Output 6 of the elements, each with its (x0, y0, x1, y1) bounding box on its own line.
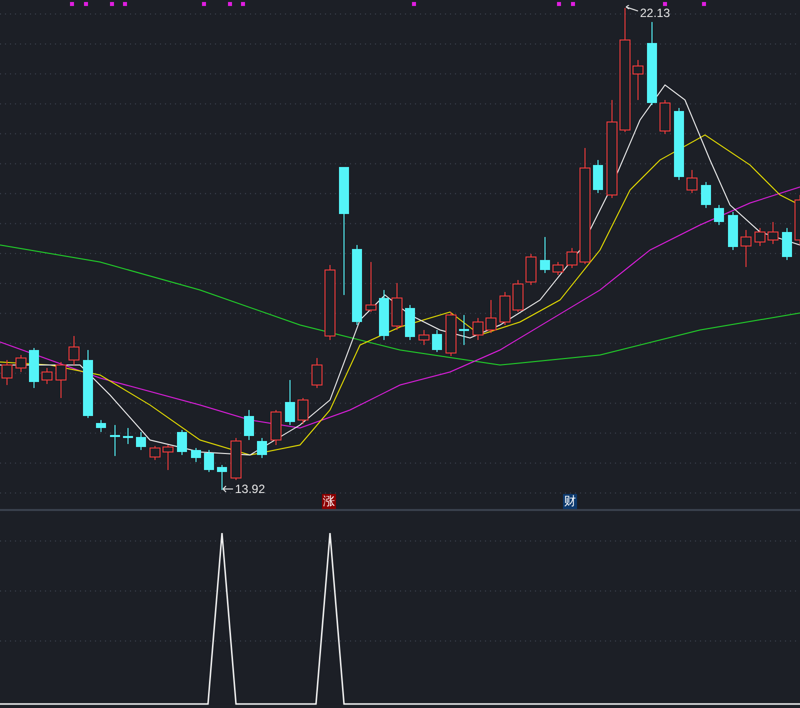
arrow-icon (222, 485, 234, 493)
high-price-label: 22.13 (640, 6, 670, 20)
arrow-icon (625, 5, 639, 13)
low-price-label: 13.92 (235, 482, 266, 496)
signal-marker: 涨 (322, 494, 336, 509)
signal-marker: 财 (563, 494, 577, 509)
